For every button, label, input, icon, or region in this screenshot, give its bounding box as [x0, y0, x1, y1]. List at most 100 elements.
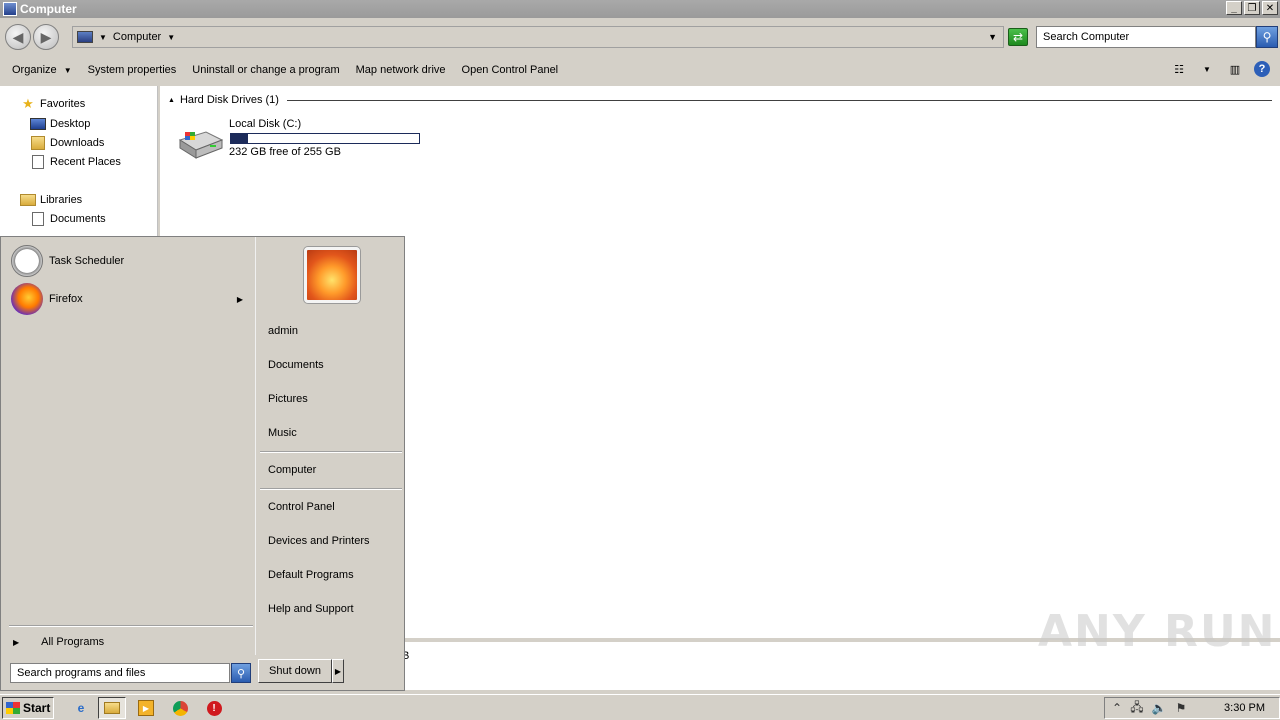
- explorer-icon: [103, 699, 121, 717]
- collapse-triangle-icon[interactable]: ▲: [168, 97, 175, 104]
- star-icon: ★: [22, 96, 34, 111]
- forward-arrow-icon: ▶: [40, 28, 52, 45]
- start-menu-places-pane: admin Documents Pictures Music Computer …: [255, 237, 405, 655]
- start-item-default-programs[interactable]: Default Programs: [268, 569, 354, 581]
- computer-icon: [3, 2, 17, 16]
- breadcrumb-computer[interactable]: Computer: [113, 31, 161, 43]
- clock-icon: [11, 245, 43, 277]
- command-bar: Organize ▼ System properties Uninstall o…: [0, 54, 1280, 86]
- internet-explorer-icon[interactable]: e: [72, 699, 90, 717]
- window-titlebar: Computer _ ❐ ✕: [0, 0, 1280, 18]
- divider: [260, 451, 402, 453]
- arrow-right-icon: ▶: [334, 666, 342, 676]
- start-item-help-support[interactable]: Help and Support: [268, 603, 354, 615]
- start-button[interactable]: Start: [2, 697, 54, 719]
- open-control-panel-button[interactable]: Open Control Panel: [454, 60, 567, 80]
- shutdown-button[interactable]: Shut down: [258, 659, 332, 683]
- group-header-label: Hard Disk Drives (1): [179, 94, 279, 106]
- nav-downloads[interactable]: Downloads: [30, 135, 104, 151]
- system-properties-button[interactable]: System properties: [80, 60, 185, 80]
- back-button[interactable]: ◀: [5, 24, 31, 50]
- hard-drive-icon: [178, 131, 224, 159]
- chevron-down-icon: ▼: [63, 66, 72, 75]
- search-button[interactable]: ⚲: [1256, 26, 1278, 48]
- nav-libraries-label: Libraries: [40, 194, 83, 206]
- opera-icon[interactable]: !: [205, 699, 223, 717]
- group-header-divider: [286, 99, 1272, 101]
- recent-places-icon: [32, 155, 44, 169]
- divider: [9, 625, 253, 627]
- restore-button[interactable]: ❐: [1244, 1, 1260, 15]
- documents-icon: [32, 212, 44, 226]
- show-hidden-icons-icon[interactable]: ⌃: [1109, 701, 1125, 715]
- start-menu: Task Scheduler Firefox ▶ ▶ All Programs …: [0, 236, 405, 691]
- start-item-user[interactable]: admin: [268, 325, 298, 337]
- nav-documents[interactable]: Documents: [30, 211, 106, 227]
- chrome-icon[interactable]: [171, 699, 189, 717]
- user-avatar[interactable]: [304, 247, 360, 303]
- map-network-drive-button[interactable]: Map network drive: [348, 60, 454, 80]
- nav-desktop[interactable]: Desktop: [30, 116, 90, 132]
- action-center-flag-icon[interactable]: ⚑: [1173, 701, 1189, 715]
- start-item-control-panel[interactable]: Control Panel: [268, 501, 335, 513]
- back-arrow-icon: ◀: [12, 28, 24, 45]
- shutdown-options-button[interactable]: ▶: [332, 659, 344, 683]
- view-options-dropdown-icon[interactable]: ▼: [1198, 60, 1216, 78]
- start-item-computer[interactable]: Computer: [268, 464, 316, 476]
- nav-downloads-label: Downloads: [50, 137, 105, 149]
- taskbar-clock[interactable]: 3:30 PM: [1224, 702, 1265, 714]
- nav-libraries[interactable]: Libraries: [20, 192, 82, 208]
- nav-recent-places[interactable]: Recent Places: [30, 154, 121, 170]
- computer-icon: [77, 31, 93, 43]
- nav-favorites-label: Favorites: [40, 98, 86, 110]
- search-input[interactable]: Search Computer: [1036, 26, 1256, 48]
- forward-button[interactable]: ▶: [33, 24, 59, 50]
- address-dropdown-icon[interactable]: ▼: [988, 32, 997, 42]
- nav-favorites[interactable]: ★ Favorites: [20, 96, 85, 112]
- volume-icon[interactable]: 🔈: [1151, 701, 1167, 715]
- drive-name: Local Disk (C:): [229, 118, 302, 130]
- start-item-music[interactable]: Music: [268, 427, 297, 439]
- nav-desktop-label: Desktop: [50, 118, 91, 130]
- start-item-devices-printers[interactable]: Devices and Printers: [268, 535, 370, 547]
- program-task-scheduler[interactable]: Task Scheduler: [11, 245, 251, 277]
- address-row: ◀ ▶ ▼ Computer ▼ ▼ ⇄ Search Computer ⚲: [0, 18, 1280, 54]
- minimize-button[interactable]: _: [1226, 1, 1242, 15]
- uninstall-program-button[interactable]: Uninstall or change a program: [184, 60, 347, 80]
- system-tray: ⌃ 🖧 🔈 ⚑ 3:30 PM: [1104, 697, 1280, 719]
- desktop-icon: [30, 118, 46, 130]
- search-icon: ⚲: [236, 667, 246, 680]
- nav-recent-places-label: Recent Places: [50, 156, 121, 168]
- start-menu-programs-pane: Task Scheduler Firefox ▶ ▶ All Programs …: [3, 239, 254, 688]
- drive-free-space: 232 GB free of 255 GB: [229, 146, 341, 158]
- start-item-documents[interactable]: Documents: [268, 359, 324, 371]
- address-bar[interactable]: ▼ Computer ▼ ▼: [72, 26, 1004, 48]
- start-item-pictures[interactable]: Pictures: [268, 393, 308, 405]
- search-icon: ⚲: [1262, 30, 1272, 44]
- drive-usage-fill: [231, 134, 248, 143]
- divider: [260, 488, 402, 490]
- submenu-arrow-icon[interactable]: ▶: [237, 295, 243, 304]
- change-view-icon[interactable]: ☷: [1170, 60, 1188, 78]
- organize-button[interactable]: Organize ▼: [4, 60, 80, 80]
- network-icon[interactable]: 🖧: [1129, 700, 1145, 715]
- program-label: Task Scheduler: [49, 255, 125, 267]
- all-programs-button[interactable]: ▶ All Programs: [13, 636, 104, 648]
- all-programs-label: All Programs: [41, 636, 105, 648]
- refresh-button[interactable]: ⇄: [1008, 28, 1028, 46]
- taskbar: Start e ▶ ! ⌃ 🖧 🔈 ⚑ 3:30 PM: [0, 694, 1280, 720]
- media-player-icon[interactable]: ▶: [137, 699, 155, 717]
- window-title: Computer: [20, 2, 77, 16]
- start-search-button[interactable]: ⚲: [231, 663, 251, 683]
- breadcrumb-arrow-icon[interactable]: ▼: [99, 33, 107, 42]
- preview-pane-icon[interactable]: ▥: [1226, 60, 1244, 78]
- libraries-icon: [20, 194, 36, 206]
- program-label: Firefox: [49, 293, 83, 305]
- start-search-input[interactable]: Search programs and files: [10, 663, 230, 683]
- group-header-hard-disk-drives[interactable]: ▲ Hard Disk Drives (1): [168, 94, 1272, 106]
- breadcrumb-arrow-icon[interactable]: ▼: [167, 33, 175, 42]
- help-icon[interactable]: ?: [1254, 61, 1270, 77]
- close-button[interactable]: ✕: [1262, 1, 1278, 15]
- arrow-right-icon: ▶: [13, 637, 20, 647]
- program-firefox[interactable]: Firefox ▶: [11, 283, 251, 315]
